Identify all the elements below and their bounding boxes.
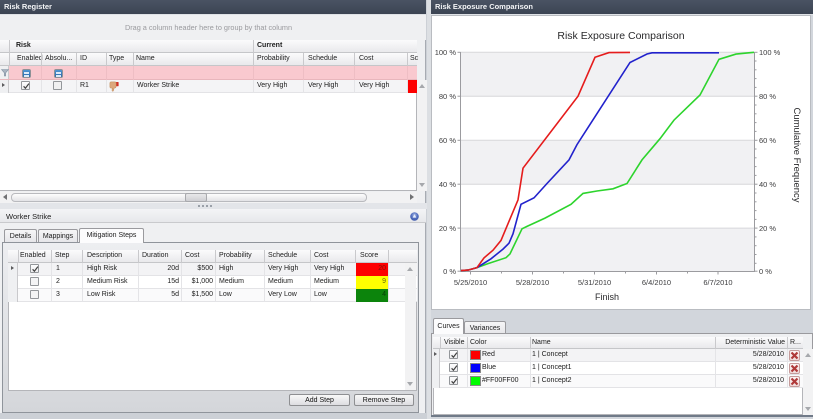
svg-text:Finish: Finish <box>595 292 619 302</box>
svg-text:Risk Exposure Comparison: Risk Exposure Comparison <box>557 30 684 42</box>
svg-text:20 %: 20 % <box>439 224 456 233</box>
svg-text:0 %: 0 % <box>759 267 772 276</box>
svg-text:Cumulative Frequency: Cumulative Frequency <box>791 107 802 202</box>
svg-text:0 %: 0 % <box>443 267 456 276</box>
svg-text:60 %: 60 % <box>439 136 456 145</box>
svg-text:100 %: 100 % <box>435 48 457 57</box>
svg-text:80 %: 80 % <box>759 92 776 101</box>
svg-text:20 %: 20 % <box>759 224 776 233</box>
svg-text:40 %: 40 % <box>759 180 776 189</box>
svg-text:5/25/2010: 5/25/2010 <box>454 278 487 287</box>
svg-text:6/4/2010: 6/4/2010 <box>642 278 671 287</box>
svg-text:60 %: 60 % <box>759 136 776 145</box>
svg-text:40 %: 40 % <box>439 180 456 189</box>
svg-text:100 %: 100 % <box>759 48 781 57</box>
svg-text:80 %: 80 % <box>439 92 456 101</box>
svg-text:5/31/2010: 5/31/2010 <box>578 278 611 287</box>
svg-text:5/28/2010: 5/28/2010 <box>516 278 549 287</box>
svg-text:6/7/2010: 6/7/2010 <box>703 278 732 287</box>
